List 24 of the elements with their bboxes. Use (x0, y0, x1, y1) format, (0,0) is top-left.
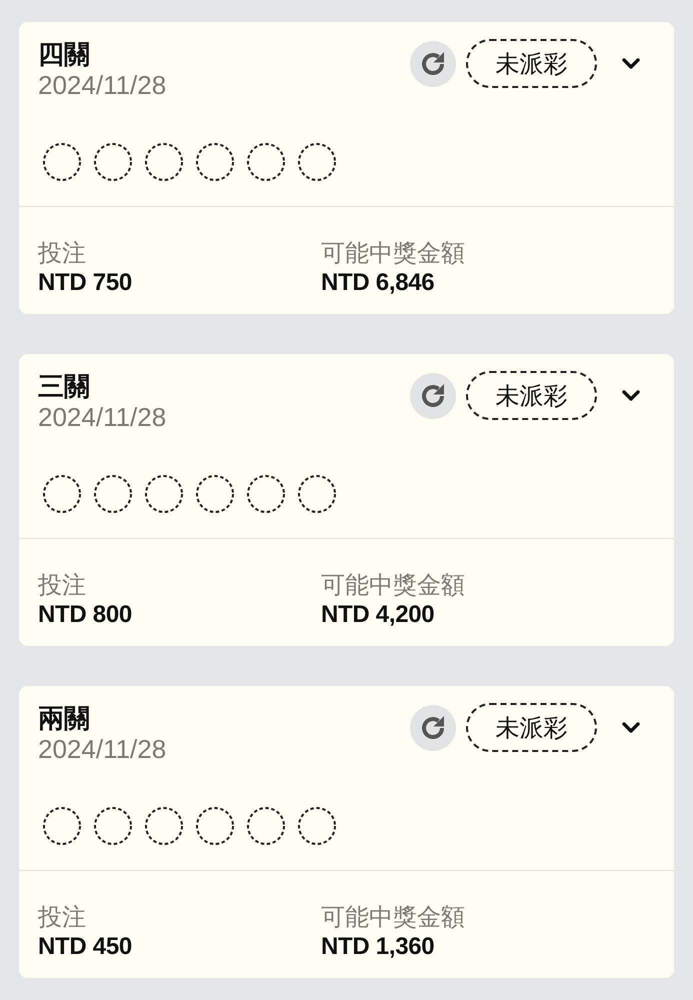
status-badge: 未派彩 (466, 39, 597, 88)
refresh-button[interactable] (410, 372, 456, 418)
refresh-button[interactable] (410, 704, 456, 750)
stake-label: 投注 (38, 570, 87, 600)
refresh-button[interactable] (410, 40, 456, 86)
stake-amount: NTD 450 (38, 932, 133, 962)
payout-amount: NTD 1,360 (321, 932, 436, 962)
status-badge: 未派彩 (466, 703, 597, 752)
status-badge: 未派彩 (466, 371, 597, 420)
payout-amount: NTD 4,200 (321, 600, 436, 630)
payout-amount: NTD 6,846 (321, 268, 436, 298)
bet-date: 2024/11/28 (38, 734, 166, 764)
bet-title: 三關 (38, 370, 91, 402)
bet-date: 2024/11/28 (38, 402, 166, 432)
bet-date: 2024/11/28 (38, 70, 166, 100)
stake-amount: NTD 800 (38, 600, 133, 630)
bet-title: 四關 (38, 38, 91, 70)
payout-label: 可能中獎金額 (321, 570, 466, 600)
payout-label: 可能中獎金額 (321, 238, 466, 268)
payout-label: 可能中獎金額 (321, 902, 466, 932)
stake-amount: NTD 750 (38, 268, 133, 298)
stake-label: 投注 (38, 238, 87, 268)
bet-title: 兩關 (38, 702, 91, 734)
stake-label: 投注 (38, 902, 87, 932)
